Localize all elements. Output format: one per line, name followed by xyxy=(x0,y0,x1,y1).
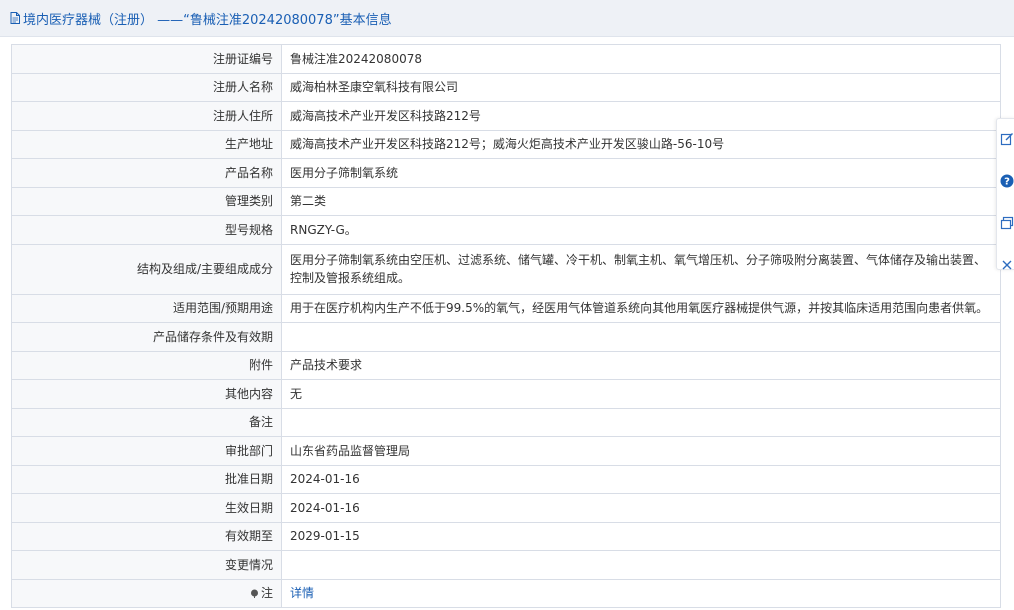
close-icon[interactable] xyxy=(999,257,1014,273)
pin-icon xyxy=(250,585,259,599)
row-label: 产品名称 xyxy=(11,158,282,188)
row-label: 变更情况 xyxy=(11,550,282,580)
structure-composition: 医用分子筛制氧系统由空压机、过滤系统、储气罐、冷干机、制氧主机、氧气增压机、分子… xyxy=(281,243,1001,295)
other-content: 无 xyxy=(281,379,1001,409)
production-address: 威海高技术产业开发区科技路212号；威海火炬高技术产业开发区骏山路-56-10号 xyxy=(281,129,1001,159)
note-value: 详情 xyxy=(281,578,1001,608)
copy-icon[interactable] xyxy=(999,215,1014,231)
svg-text:?: ? xyxy=(1004,177,1010,188)
table-row: 注册人住所 威海高技术产业开发区科技路212号 xyxy=(11,101,1001,131)
expiry-date: 2029-01-15 xyxy=(281,521,1001,551)
row-label: 审批部门 xyxy=(11,436,282,466)
table-row: 其他内容 无 xyxy=(11,379,1001,409)
intended-use: 用于在医疗机构内生产不低于99.5%的氧气，经医用气体管道系统向其他用氧医疗器械… xyxy=(281,293,1001,323)
attachment: 产品技术要求 xyxy=(281,350,1001,380)
note-label-text: 注 xyxy=(260,586,273,601)
effective-date: 2024-01-16 xyxy=(281,493,1001,523)
table-row: 附件 产品技术要求 xyxy=(11,350,1001,380)
approval-department: 山东省药品监督管理局 xyxy=(281,436,1001,466)
table-row: 产品名称 医用分子筛制氧系统 xyxy=(11,158,1001,188)
note-label: 注 xyxy=(11,578,282,608)
table-row: 适用范围/预期用途 用于在医疗机构内生产不低于99.5%的氧气，经医用气体管道系… xyxy=(11,293,1001,323)
storage-conditions xyxy=(281,322,1001,352)
row-label: 备注 xyxy=(11,407,282,437)
info-table: 注册证编号 鲁械注准20242080078 注册人名称 威海柏林圣康空氧科技有限… xyxy=(11,44,1001,608)
side-toolbar: ? xyxy=(996,118,1014,270)
table-row: 变更情况 xyxy=(11,550,1001,580)
row-label: 生产地址 xyxy=(11,129,282,159)
row-label: 注册人住所 xyxy=(11,101,282,131)
table-row: 结构及组成/主要组成成分 医用分子筛制氧系统由空压机、过滤系统、储气罐、冷干机、… xyxy=(11,243,1001,295)
registrant-address: 威海高技术产业开发区科技路212号 xyxy=(281,101,1001,131)
row-label: 管理类别 xyxy=(11,186,282,216)
table-row: 注册证编号 鲁械注准20242080078 xyxy=(11,44,1001,74)
row-label: 注册证编号 xyxy=(11,44,282,74)
row-label: 型号规格 xyxy=(11,215,282,245)
page-header: 境内医疗器械（注册） ——“鲁械注准20242080078”基本信息 xyxy=(0,0,1014,37)
document-icon xyxy=(10,12,20,24)
registration-number: 鲁械注准20242080078 xyxy=(281,44,1001,74)
table-row: 管理类别 第二类 xyxy=(11,186,1001,216)
row-label: 附件 xyxy=(11,350,282,380)
change-history xyxy=(281,550,1001,580)
product-name: 医用分子筛制氧系统 xyxy=(281,158,1001,188)
table-row: 批准日期 2024-01-16 xyxy=(11,464,1001,494)
table-row: 型号规格 RNGZY-G。 xyxy=(11,215,1001,245)
approval-date: 2024-01-16 xyxy=(281,464,1001,494)
row-label: 生效日期 xyxy=(11,493,282,523)
page-title: 境内医疗器械（注册） ——“鲁械注准20242080078”基本信息 xyxy=(23,12,392,28)
model-spec: RNGZY-G。 xyxy=(281,215,1001,245)
remarks xyxy=(281,407,1001,437)
row-label: 其他内容 xyxy=(11,379,282,409)
details-link[interactable]: 详情 xyxy=(290,586,314,600)
row-label: 结构及组成/主要组成成分 xyxy=(11,243,282,295)
row-label: 批准日期 xyxy=(11,464,282,494)
management-category: 第二类 xyxy=(281,186,1001,216)
table-row: 产品储存条件及有效期 xyxy=(11,322,1001,352)
help-icon[interactable]: ? xyxy=(999,173,1014,189)
table-row: 生产地址 威海高技术产业开发区科技路212号；威海火炬高技术产业开发区骏山路-5… xyxy=(11,129,1001,159)
registrant-name: 威海柏林圣康空氧科技有限公司 xyxy=(281,72,1001,102)
table-row: 注册人名称 威海柏林圣康空氧科技有限公司 xyxy=(11,72,1001,102)
row-label: 注册人名称 xyxy=(11,72,282,102)
table-row: 注 详情 xyxy=(11,578,1001,608)
table-row: 有效期至 2029-01-15 xyxy=(11,521,1001,551)
table-row: 审批部门 山东省药品监督管理局 xyxy=(11,436,1001,466)
row-label: 适用范围/预期用途 xyxy=(11,293,282,323)
edit-icon[interactable] xyxy=(999,131,1014,147)
row-label: 产品储存条件及有效期 xyxy=(11,322,282,352)
table-row: 生效日期 2024-01-16 xyxy=(11,493,1001,523)
row-label: 有效期至 xyxy=(11,521,282,551)
table-row: 备注 xyxy=(11,407,1001,437)
